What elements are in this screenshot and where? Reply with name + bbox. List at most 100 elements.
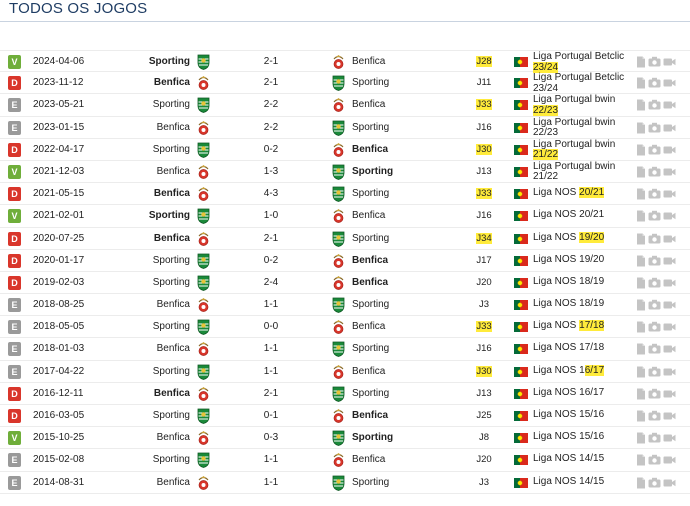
- match-score[interactable]: 0-1: [257, 410, 285, 421]
- camera-icon[interactable]: [648, 454, 661, 465]
- video-icon[interactable]: [663, 411, 676, 421]
- home-team[interactable]: Benfica: [154, 77, 190, 88]
- camera-icon[interactable]: [648, 188, 661, 199]
- away-team[interactable]: Sporting: [352, 388, 389, 399]
- competition-name[interactable]: Liga NOS 20/21: [533, 187, 633, 199]
- match-row[interactable]: V 2024-04-06 Sporting 2-1 Benfica J28 Liga Por…: [0, 50, 690, 73]
- competition-name[interactable]: Liga Portugal bwin 21/22: [533, 161, 633, 183]
- away-team[interactable]: Benfica: [352, 56, 385, 67]
- document-icon[interactable]: [636, 299, 646, 311]
- video-icon[interactable]: [663, 256, 676, 266]
- video-icon[interactable]: [663, 167, 676, 177]
- away-team[interactable]: Sporting: [352, 122, 389, 133]
- video-icon[interactable]: [663, 234, 676, 244]
- match-score[interactable]: 2-2: [257, 122, 285, 133]
- video-icon[interactable]: [663, 433, 676, 443]
- document-icon[interactable]: [636, 277, 646, 289]
- match-row[interactable]: D 2023-11-12 Benfica 2-1 Sporting J11 Liga Por…: [0, 72, 690, 95]
- document-icon[interactable]: [636, 432, 646, 444]
- away-team[interactable]: Benfica: [352, 277, 388, 288]
- competition-name[interactable]: Liga NOS 18/19: [533, 298, 633, 310]
- video-icon[interactable]: [663, 57, 676, 67]
- home-team[interactable]: Sporting: [153, 321, 190, 332]
- home-team[interactable]: Benfica: [157, 166, 190, 177]
- home-team[interactable]: Sporting: [153, 255, 190, 266]
- match-row[interactable]: E 2014-08-31 Benfica 1-1 Sporting J3 Liga NOS …: [0, 472, 690, 494]
- match-row[interactable]: D 2019-02-03 Sporting 2-4 Benfica J20 Liga NOS…: [0, 272, 690, 295]
- away-team[interactable]: Benfica: [352, 210, 385, 221]
- away-team[interactable]: Benfica: [352, 410, 388, 421]
- document-icon[interactable]: [636, 188, 646, 200]
- away-team[interactable]: Sporting: [352, 77, 389, 88]
- camera-icon[interactable]: [648, 277, 661, 288]
- away-team[interactable]: Benfica: [352, 255, 388, 266]
- home-team[interactable]: Sporting: [149, 56, 190, 67]
- match-score[interactable]: 1-1: [257, 477, 285, 488]
- match-row[interactable]: V 2021-12-03 Benfica 1-3 Sporting J13 Liga Por…: [0, 161, 690, 184]
- match-score[interactable]: 2-1: [257, 56, 285, 67]
- home-team[interactable]: Sporting: [153, 99, 190, 110]
- competition-name[interactable]: Liga Portugal bwin 22/23: [533, 117, 633, 139]
- home-team[interactable]: Sporting: [153, 366, 190, 377]
- camera-icon[interactable]: [648, 388, 661, 399]
- match-row[interactable]: D 2021-05-15 Benfica 4-3 Sporting J33 Liga NOS…: [0, 183, 690, 206]
- camera-icon[interactable]: [648, 122, 661, 133]
- match-score[interactable]: 0-3: [257, 432, 285, 443]
- home-team[interactable]: Benfica: [157, 299, 190, 310]
- away-team[interactable]: Sporting: [352, 166, 393, 177]
- away-team[interactable]: Sporting: [352, 477, 389, 488]
- home-team[interactable]: Benfica: [157, 343, 190, 354]
- video-icon[interactable]: [663, 478, 676, 488]
- home-team[interactable]: Benfica: [157, 432, 190, 443]
- camera-icon[interactable]: [648, 255, 661, 266]
- camera-icon[interactable]: [648, 477, 661, 488]
- competition-name[interactable]: Liga NOS 20/21: [533, 210, 633, 221]
- home-team[interactable]: Benfica: [157, 122, 190, 133]
- competition-name[interactable]: Liga Portugal bwin 21/22: [533, 139, 633, 161]
- document-icon[interactable]: [636, 99, 646, 111]
- document-icon[interactable]: [636, 366, 646, 378]
- match-row[interactable]: E 2023-01-15 Benfica 2-2 Sporting J16 Liga Por…: [0, 117, 690, 139]
- camera-icon[interactable]: [648, 432, 661, 443]
- match-row[interactable]: D 2020-07-25 Benfica 2-1 Sporting J34 Liga NOS…: [0, 228, 690, 250]
- competition-name[interactable]: Liga NOS 14/15: [533, 476, 633, 488]
- document-icon[interactable]: [636, 210, 646, 222]
- match-score[interactable]: 4-3: [257, 188, 285, 199]
- document-icon[interactable]: [636, 477, 646, 489]
- home-team[interactable]: Sporting: [149, 210, 190, 221]
- competition-name[interactable]: Liga Portugal bwin 22/23: [533, 95, 633, 116]
- video-icon[interactable]: [663, 78, 676, 88]
- home-team[interactable]: Sporting: [153, 410, 190, 421]
- match-score[interactable]: 2-2: [257, 99, 285, 110]
- camera-icon[interactable]: [648, 56, 661, 67]
- away-team[interactable]: Sporting: [352, 233, 389, 244]
- competition-name[interactable]: Liga NOS 15/16: [533, 431, 633, 443]
- video-icon[interactable]: [663, 322, 676, 332]
- match-score[interactable]: 0-2: [257, 255, 285, 266]
- match-row[interactable]: V 2021-02-01 Sporting 1-0 Benfica J16 Liga NOS…: [0, 205, 690, 228]
- match-row[interactable]: V 2015-10-25 Benfica 0-3 Sporting J8 Liga NOS …: [0, 427, 690, 450]
- away-team[interactable]: Benfica: [352, 366, 385, 377]
- match-score[interactable]: 1-1: [257, 454, 285, 465]
- home-team[interactable]: Benfica: [157, 477, 190, 488]
- competition-name[interactable]: Liga NOS 18/19: [533, 276, 633, 288]
- competition-name[interactable]: Liga NOS 19/20: [533, 254, 633, 266]
- match-row[interactable]: E 2023-05-21 Sporting 2-2 Benfica J33 Liga Por…: [0, 94, 690, 117]
- match-row[interactable]: D 2022-04-17 Sporting 0-2 Benfica J30 Liga Por…: [0, 139, 690, 161]
- video-icon[interactable]: [663, 455, 676, 465]
- competition-name[interactable]: Liga Portugal Betclic 23/24: [533, 51, 633, 73]
- home-team[interactable]: Benfica: [154, 233, 190, 244]
- camera-icon[interactable]: [648, 321, 661, 332]
- camera-icon[interactable]: [648, 99, 661, 110]
- match-score[interactable]: 1-1: [257, 343, 285, 354]
- away-team[interactable]: Benfica: [352, 99, 385, 110]
- away-team[interactable]: Sporting: [352, 343, 389, 354]
- home-team[interactable]: Benfica: [154, 388, 190, 399]
- home-team[interactable]: Sporting: [153, 144, 190, 155]
- away-team[interactable]: Benfica: [352, 321, 385, 332]
- home-team[interactable]: Sporting: [153, 277, 190, 288]
- home-team[interactable]: Sporting: [153, 454, 190, 465]
- document-icon[interactable]: [636, 77, 646, 89]
- competition-name[interactable]: Liga NOS 19/20: [533, 231, 633, 244]
- document-icon[interactable]: [636, 321, 646, 333]
